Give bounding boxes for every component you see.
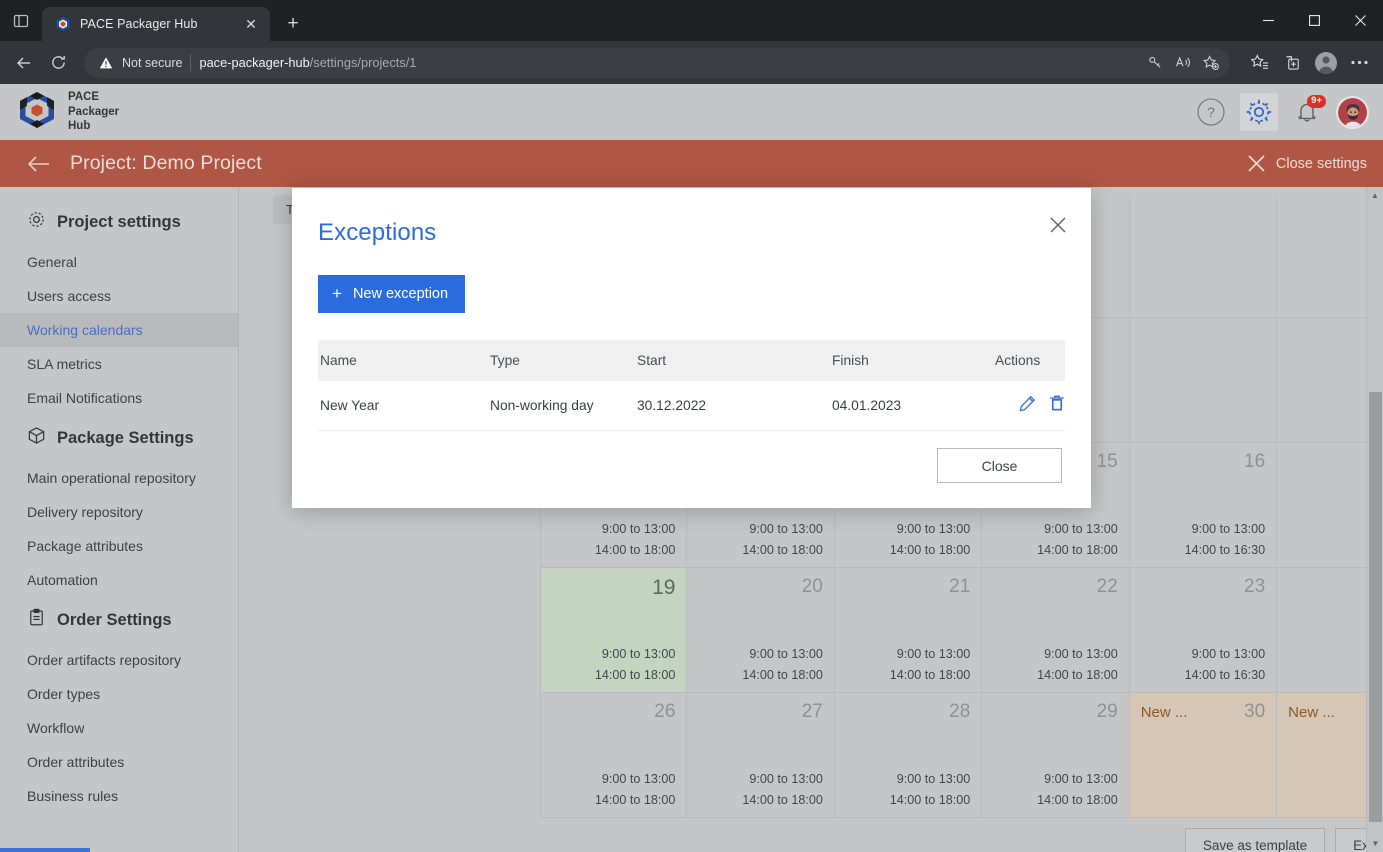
close-window-button[interactable] (1337, 0, 1383, 41)
profile-avatar (1315, 51, 1337, 74)
read-aloud-icon[interactable] (1170, 50, 1196, 76)
dialog-close-icon[interactable] (1043, 210, 1073, 240)
add-favorite-icon[interactable] (1198, 50, 1224, 76)
address-bar[interactable]: Not secure pace-packager-hub/settings/pr… (84, 47, 1230, 78)
browser-profile-icon[interactable] (1310, 47, 1342, 79)
delete-icon[interactable] (1047, 395, 1065, 415)
url-domain: pace-packager-hub (199, 55, 310, 70)
not-secure-warning-icon (98, 55, 114, 71)
edit-icon[interactable] (1017, 395, 1036, 415)
cell-start: 30.12.2022 (637, 397, 707, 413)
column-header-start: Start (637, 353, 667, 368)
back-arrow-icon[interactable] (8, 47, 40, 79)
toolbar-right-actions (1240, 47, 1375, 79)
page-content: PACE Packager Hub ? 9+ Project: Demo Pro… (0, 84, 1383, 852)
pace-cube-icon (54, 16, 71, 33)
column-header-finish: Finish (832, 353, 869, 368)
dialog-close-button[interactable]: Close (937, 448, 1062, 483)
reload-icon[interactable] (42, 47, 74, 79)
cell-name: New Year (320, 397, 380, 413)
dialog-title: Exceptions (318, 219, 437, 246)
url-text: pace-packager-hub/settings/projects/1 (199, 55, 416, 70)
security-status-label: Not secure (122, 55, 183, 70)
window-controls (1245, 0, 1383, 41)
browser-toolbar: Not secure pace-packager-hub/settings/pr… (0, 41, 1383, 84)
exceptions-dialog: Exceptions + New exception Name Type Sta… (292, 188, 1091, 508)
tab-search-icon[interactable] (0, 0, 42, 41)
password-key-icon[interactable] (1142, 50, 1168, 76)
exceptions-table: Name Type Start Finish Actions New Year … (318, 340, 1065, 431)
column-header-name: Name (320, 353, 357, 368)
table-row: New Year Non-working day 30.12.2022 04.0… (318, 381, 1065, 431)
omnibox-divider (190, 54, 192, 71)
url-path: /settings/projects/1 (309, 55, 417, 70)
row-actions (993, 395, 1087, 415)
column-header-actions: Actions (995, 353, 1041, 368)
new-exception-label: New exception (352, 285, 449, 302)
tab-close-icon[interactable]: ✕ (240, 13, 262, 35)
browser-window: PACE Packager Hub ✕ + Not secure pace-pa… (0, 0, 1383, 852)
new-tab-button[interactable]: + (278, 9, 308, 39)
browser-tab[interactable]: PACE Packager Hub ✕ (42, 7, 270, 41)
maximize-button[interactable] (1291, 0, 1337, 41)
favorites-icon[interactable] (1244, 47, 1276, 79)
more-icon[interactable] (1343, 47, 1375, 79)
table-header: Name Type Start Finish Actions (318, 340, 1065, 381)
plus-icon: + (332, 284, 342, 303)
tab-title: PACE Packager Hub (80, 17, 198, 31)
minimize-button[interactable] (1245, 0, 1291, 41)
new-exception-button[interactable]: + New exception (318, 275, 466, 313)
collections-icon[interactable] (1277, 47, 1309, 79)
browser-titlebar: PACE Packager Hub ✕ + (0, 0, 1383, 41)
cell-finish: 04.01.2023 (832, 397, 902, 413)
cell-type: Non-working day (490, 397, 594, 413)
omnibox-actions (1142, 50, 1224, 76)
column-header-type: Type (490, 353, 520, 368)
